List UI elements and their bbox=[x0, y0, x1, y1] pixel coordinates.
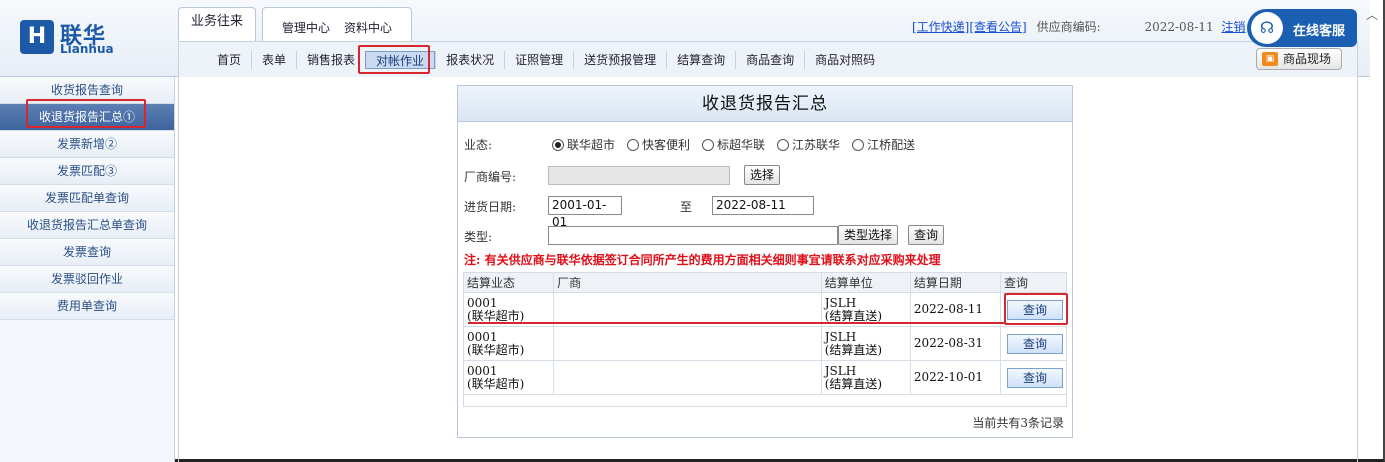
type-label: 类型: bbox=[464, 230, 493, 244]
sidebar-item-invoice-add[interactable]: 发票新增② bbox=[0, 131, 174, 158]
date-to-label: 至 bbox=[680, 200, 693, 214]
shop-bag-icon: ▣ bbox=[1262, 52, 1278, 66]
business-label: 业态: bbox=[464, 138, 493, 152]
highlight-box-subnav bbox=[358, 45, 430, 74]
date-to-input[interactable]: 2022-08-11 bbox=[712, 196, 814, 215]
online-service-button[interactable]: ☊ 在线客服 bbox=[1247, 9, 1357, 47]
logo-en-text: Lianhua bbox=[60, 42, 114, 56]
main-tab-group: 管理中心 资料中心 bbox=[262, 7, 413, 42]
col-query: 查询 bbox=[1000, 272, 1067, 293]
highlight-box-query bbox=[1004, 293, 1068, 325]
subnav-home[interactable]: 首页 bbox=[207, 51, 251, 69]
radio-dot-icon bbox=[777, 138, 790, 151]
main-tabs: 业务往来 管理中心 资料中心 bbox=[178, 7, 413, 42]
cell-unit: JSLH (结算直送) bbox=[820, 360, 911, 395]
search-button[interactable]: 查询 bbox=[908, 225, 945, 245]
sidebar-item-match-query[interactable]: 发票匹配单查询 bbox=[0, 185, 174, 212]
subnav-license[interactable]: 证照管理 bbox=[504, 50, 573, 69]
highlight-box-sidebar bbox=[26, 99, 146, 128]
sidebar-item-invoice-query[interactable]: 发票查询 bbox=[0, 239, 174, 266]
vendor-code-input[interactable] bbox=[548, 166, 730, 185]
summary-panel: 收退货报告汇总 业态: 联华超市 快客便利 标超华联 江苏联华 江桥配送 厂商编… bbox=[457, 85, 1073, 438]
radio-dot-icon bbox=[627, 138, 640, 151]
subnav-sales-report[interactable]: 销售报表 bbox=[296, 50, 365, 69]
radio-jiangqiao[interactable]: 江桥配送 bbox=[852, 136, 915, 153]
sidebar: 收货报告查询 收退货报告汇总① 发票新增② 发票匹配③ 发票匹配单查询 收退货报… bbox=[0, 77, 175, 462]
subnav-forms[interactable]: 表单 bbox=[251, 50, 296, 69]
row-query-button[interactable]: 查询 bbox=[1007, 367, 1063, 388]
cell-unit: JSLH (结算直送) bbox=[820, 326, 911, 361]
goods-scene-button[interactable]: ▣ 商品现场 bbox=[1256, 48, 1342, 70]
vendor-label: 厂商编号: bbox=[464, 170, 517, 184]
col-settle-date: 结算日期 bbox=[909, 272, 1002, 293]
cell-biz: 0001 (联华超市) bbox=[462, 360, 555, 395]
vendor-select-button[interactable]: 选择 bbox=[744, 165, 781, 185]
scroll-up-arrow-icon[interactable]: ︿ bbox=[1366, 6, 1378, 23]
current-date: 2022-08-11 bbox=[1144, 20, 1214, 34]
row-query-button[interactable]: 查询 bbox=[1007, 333, 1063, 354]
type-select-button[interactable]: 类型选择 bbox=[838, 225, 899, 245]
date-row: 进货日期: 2001-01-01 至 2022-08-11 bbox=[464, 196, 1064, 229]
sidebar-item-summary-query[interactable]: 收退货报告汇总单查询 bbox=[0, 212, 174, 239]
tab-business[interactable]: 业务往来 bbox=[178, 7, 256, 41]
online-service-label: 在线客服 bbox=[1293, 24, 1346, 39]
type-input[interactable] bbox=[548, 226, 838, 245]
radio-biaochao[interactable]: 标超华联 bbox=[702, 136, 765, 153]
date-label: 进货日期: bbox=[464, 200, 517, 214]
sub-navigation: 首页 表单 销售报表 对帐作业 报表状况 证照管理 送货预报管理 结算查询 商品… bbox=[178, 41, 1358, 77]
sidebar-item-invoice-match[interactable]: 发票匹配③ bbox=[0, 158, 174, 185]
radio-lianhua[interactable]: 联华超市 bbox=[552, 136, 615, 153]
subnav-report-status[interactable]: 报表状况 bbox=[435, 50, 504, 69]
lianhua-logo: H 联华 Lianhua bbox=[20, 18, 140, 58]
subnav-settlement-query[interactable]: 结算查询 bbox=[666, 50, 735, 69]
radio-dot-icon bbox=[552, 138, 564, 151]
cell-date: 2022-08-31 bbox=[909, 326, 1002, 361]
summary-table: 结算业态 厂商 结算单位 结算日期 查询 0001 (联华超市) JSLH (结算直… bbox=[462, 272, 1067, 407]
table-spacer-row bbox=[463, 394, 1067, 407]
panel-title: 收退货报告汇总 bbox=[458, 86, 1072, 122]
cell-date: 2022-10-01 bbox=[909, 360, 1002, 395]
supplier-code-label: 供应商编码: bbox=[1036, 20, 1101, 34]
sidebar-item-invoice-reject[interactable]: 发票驳回作业 bbox=[0, 266, 174, 293]
cell-action: 查询 bbox=[1000, 326, 1067, 361]
cell-vendor bbox=[553, 326, 822, 361]
date-from-input[interactable]: 2001-01-01 bbox=[548, 196, 622, 229]
cell-biz: 0001 (联华超市) bbox=[462, 326, 555, 361]
vendor-row: 厂商编号: 选择 bbox=[464, 165, 1064, 188]
top-info: [工作快递][查看公告] 供应商编码: 2022-08-11 注销 bbox=[912, 18, 1245, 35]
headset-icon: ☊ bbox=[1251, 12, 1283, 44]
radio-kuaike[interactable]: 快客便利 bbox=[627, 136, 690, 153]
subnav-product-query[interactable]: 商品查询 bbox=[735, 50, 804, 69]
highlight-underline bbox=[468, 322, 1004, 324]
view-notice-link[interactable]: [查看公告] bbox=[969, 20, 1026, 34]
table-row: 0001 (联华超市) JSLH (结算直送) 2022-08-31 查询 bbox=[462, 326, 1067, 361]
type-row: 类型: 类型选择 查询 bbox=[464, 225, 1064, 248]
table-header-row: 结算业态 厂商 结算单位 结算日期 查询 bbox=[462, 272, 1067, 293]
col-settle-unit: 结算单位 bbox=[820, 272, 911, 293]
work-express-link[interactable]: [工作快递] bbox=[912, 20, 969, 34]
business-radios: 联华超市 快客便利 标超华联 江苏联华 江桥配送 bbox=[552, 136, 927, 153]
table-row: 0001 (联华超市) JSLH (结算直送) 2022-10-01 查询 bbox=[462, 360, 1067, 395]
logout-link[interactable]: 注销 bbox=[1221, 20, 1245, 34]
cell-vendor bbox=[553, 360, 822, 395]
header: H 联华 Lianhua 业务往来 管理中心 资料中心 首页 表单 销售报表 对… bbox=[0, 0, 1378, 77]
goods-scene-label: 商品现场 bbox=[1283, 52, 1332, 66]
logo-mark-icon: H bbox=[20, 20, 54, 54]
cell-action: 查询 bbox=[1000, 360, 1067, 395]
tab-data[interactable]: 资料中心 bbox=[337, 8, 399, 42]
sidebar-item-expense-query[interactable]: 费用单查询 bbox=[0, 293, 174, 320]
record-count: 当前共有3条记录 bbox=[972, 416, 1064, 430]
col-vendor: 厂商 bbox=[553, 272, 822, 293]
radio-dot-icon bbox=[702, 138, 715, 151]
notice-text: 注: 有关供应商与联华依据签订合同所产生的费用方面相关细则事宜请联系对应采购来处… bbox=[464, 253, 941, 267]
col-settle-biz: 结算业态 bbox=[462, 272, 555, 293]
tab-management[interactable]: 管理中心 bbox=[275, 8, 337, 42]
main-content: 收退货报告汇总 业态: 联华超市 快客便利 标超华联 江苏联华 江桥配送 厂商编… bbox=[178, 77, 1358, 462]
subnav-product-code[interactable]: 商品对照码 bbox=[804, 50, 885, 69]
subnav-delivery-forecast[interactable]: 送货预报管理 bbox=[573, 50, 666, 69]
radio-jiangsu[interactable]: 江苏联华 bbox=[777, 136, 840, 153]
radio-dot-icon bbox=[852, 138, 865, 151]
